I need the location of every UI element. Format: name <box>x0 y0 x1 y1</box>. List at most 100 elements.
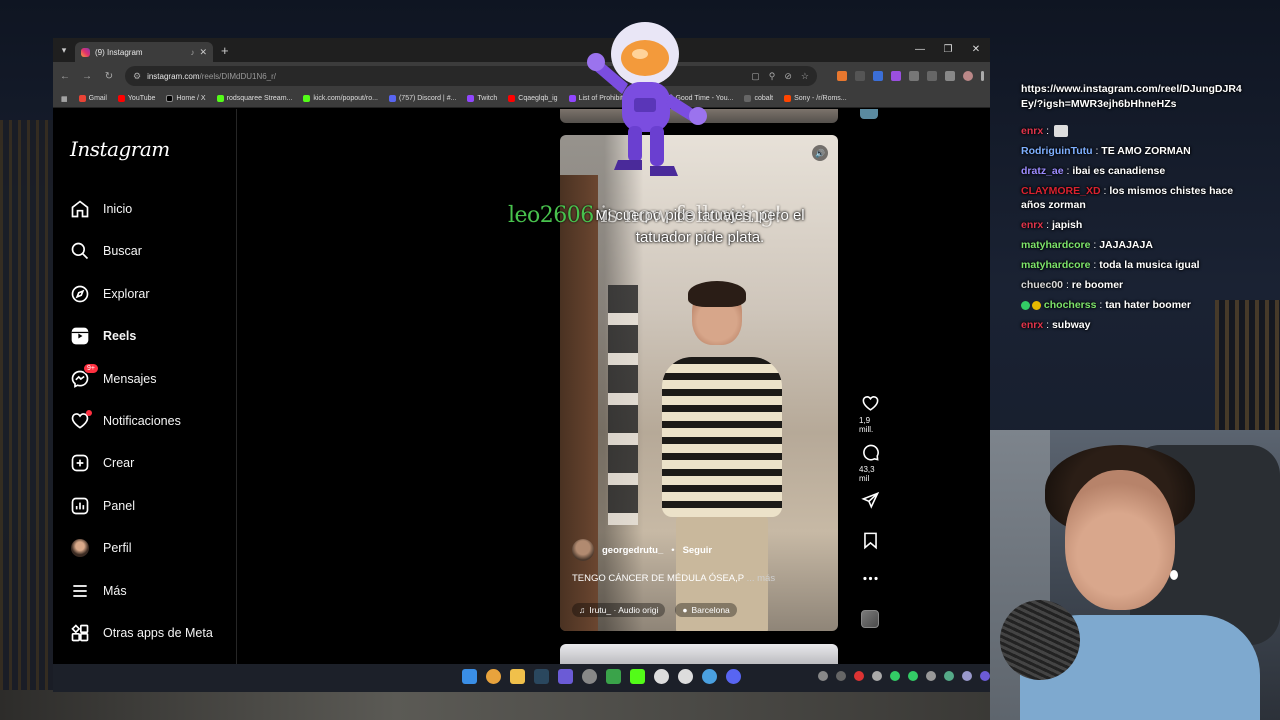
kick-icon[interactable] <box>630 669 645 684</box>
kebab-menu-icon[interactable] <box>981 71 984 81</box>
extensions-puzzle-icon[interactable] <box>909 71 919 81</box>
bookmark-star-icon[interactable]: ☆ <box>801 71 809 82</box>
windows-start-icon[interactable] <box>462 669 477 684</box>
follower-name: leo2606 <box>508 203 594 228</box>
tray-icon[interactable] <box>890 671 900 681</box>
bookmark-item[interactable]: rodsquaree Stream... <box>216 95 292 102</box>
sidebar-item-mas[interactable]: Más <box>70 579 127 603</box>
more-link[interactable]: ... más <box>747 573 776 584</box>
forward-icon[interactable]: → <box>81 71 93 82</box>
sidebar-item-explorar[interactable]: Explorar <box>70 282 150 306</box>
sidebar-item-otras-apps[interactable]: Otras apps de Meta <box>70 621 213 645</box>
browser-window: ▾ (9) Instagram ♪ ✕ + — ❐ ✕ ← → ↻ ⚙ inst… <box>53 38 990 664</box>
extension-icon[interactable] <box>837 71 847 81</box>
compass-icon <box>70 284 90 304</box>
zoom-icon[interactable]: ⚲ <box>769 71 776 82</box>
extension-icon[interactable] <box>891 71 901 81</box>
sidebar-item-mensajes[interactable]: 9+ Mensajes <box>70 363 157 391</box>
tray-icon[interactable] <box>980 671 990 681</box>
bookmark-item[interactable]: kick.com/popout/ro... <box>303 95 378 102</box>
tray-icon[interactable] <box>944 671 954 681</box>
apps-grid-icon[interactable]: ▦ <box>61 95 68 103</box>
sidebar-item-notificaciones[interactable]: Notificaciones <box>70 409 181 433</box>
bookmark-item[interactable]: (757) Discord | #... <box>388 95 456 102</box>
tray-icon[interactable] <box>818 671 828 681</box>
tray-icon[interactable] <box>962 671 972 681</box>
install-app-icon[interactable]: ▢ <box>751 71 760 82</box>
sidebar-item-reels[interactable]: Reels <box>70 324 136 348</box>
download-icon[interactable] <box>945 71 955 81</box>
author-avatar[interactable] <box>572 539 594 561</box>
tab-instagram[interactable]: (9) Instagram ♪ ✕ <box>75 42 213 62</box>
sidebar-item-label: Mensajes <box>103 372 157 386</box>
desktop-background-city <box>0 120 55 720</box>
bookmark-item[interactable]: Sony - /r/Roms... <box>784 95 847 102</box>
new-tab-button[interactable]: + <box>221 43 229 58</box>
chat-message: matyhardcore : toda la musica igual <box>1021 259 1200 271</box>
sidebar-item-panel[interactable]: Panel <box>70 494 135 518</box>
reload-icon[interactable]: ↻ <box>103 71 115 82</box>
comment-count: 43,3 mil <box>859 465 875 483</box>
sidebar-item-label: Crear <box>103 456 135 470</box>
discord-icon[interactable] <box>726 669 741 684</box>
bookmark-item[interactable]: Twitch <box>467 95 497 102</box>
minecraft-icon[interactable] <box>606 669 621 684</box>
music-note-icon: ♫ <box>579 605 586 615</box>
tray-icon[interactable] <box>836 671 846 681</box>
sidebar-item-label: Panel <box>103 499 135 513</box>
author-username[interactable]: georgedrutu_ <box>602 545 663 556</box>
steam-icon[interactable] <box>534 669 549 684</box>
profile-avatar-icon[interactable] <box>963 71 973 81</box>
sidebar-item-buscar[interactable]: Buscar <box>70 239 142 263</box>
chat-pinned-link[interactable]: https://www.instagram.com/reel/DJungDJR4… <box>1021 82 1246 112</box>
save-button[interactable] <box>859 531 881 550</box>
tray-icon[interactable] <box>872 671 882 681</box>
audio-thumbnail[interactable] <box>861 610 879 628</box>
follow-button[interactable]: Seguir <box>683 545 713 556</box>
previous-reel-audio-thumb[interactable] <box>860 109 878 119</box>
media-icon[interactable] <box>927 71 937 81</box>
back-icon[interactable]: ← <box>59 71 71 82</box>
like-button[interactable]: 1,9 mill. <box>859 394 881 434</box>
app-icon[interactable] <box>678 669 693 684</box>
app-icon[interactable] <box>582 669 597 684</box>
tab-audio-icon[interactable]: ♪ <box>190 48 194 57</box>
sidebar-item-crear[interactable]: Crear <box>70 451 134 475</box>
sidebar-item-inicio[interactable]: Inicio <box>70 197 132 221</box>
sidebar-item-perfil[interactable]: Perfil <box>70 536 131 560</box>
close-tab-icon[interactable]: ✕ <box>199 47 207 58</box>
app-icon[interactable] <box>654 669 669 684</box>
extension-icon[interactable] <box>855 71 865 81</box>
more-options-button[interactable] <box>859 569 881 588</box>
tray-icon[interactable] <box>908 671 918 681</box>
app-icon[interactable] <box>558 669 573 684</box>
bookmark-item[interactable]: Cqaeglqb_ig <box>508 95 558 102</box>
tab-search-button[interactable]: ▾ <box>53 38 75 62</box>
chat-message: enrx : subway <box>1021 319 1091 331</box>
minimize-icon[interactable]: — <box>906 38 934 62</box>
file-explorer-icon[interactable] <box>510 669 525 684</box>
tray-icon[interactable] <box>926 671 936 681</box>
instagram-logo[interactable]: Instagram <box>70 137 170 161</box>
streamer-webcam <box>990 430 1280 720</box>
bookmark-item[interactable]: Home / X <box>166 95 206 102</box>
location-chip[interactable]: ● Barcelona <box>675 603 737 617</box>
audio-chip[interactable]: ♫ Irutu_ · Audio origi <box>572 603 666 617</box>
location-pin-icon: ● <box>682 605 688 615</box>
close-window-icon[interactable]: ✕ <box>962 38 990 62</box>
eye-off-icon[interactable]: ⊘ <box>784 71 792 82</box>
site-info-icon[interactable]: ⚙ <box>133 71 141 82</box>
comment-button[interactable]: 43,3 mil <box>859 443 881 483</box>
bookmark-item[interactable]: YouTube <box>117 95 155 102</box>
extension-icon[interactable] <box>873 71 883 81</box>
speaker-icon[interactable]: 🔊 <box>812 145 828 161</box>
bookmark-item[interactable]: Gmail <box>78 95 107 102</box>
chrome-icon[interactable] <box>486 669 501 684</box>
reel-author: georgedrutu_ • Seguir <box>572 539 712 561</box>
restore-icon[interactable]: ❐ <box>934 38 962 62</box>
share-button[interactable] <box>859 491 881 510</box>
tray-icon[interactable] <box>854 671 864 681</box>
next-reel-preview[interactable] <box>560 644 838 664</box>
app-icon[interactable] <box>702 669 717 684</box>
bookmark-item[interactable]: cobalt <box>744 95 773 102</box>
